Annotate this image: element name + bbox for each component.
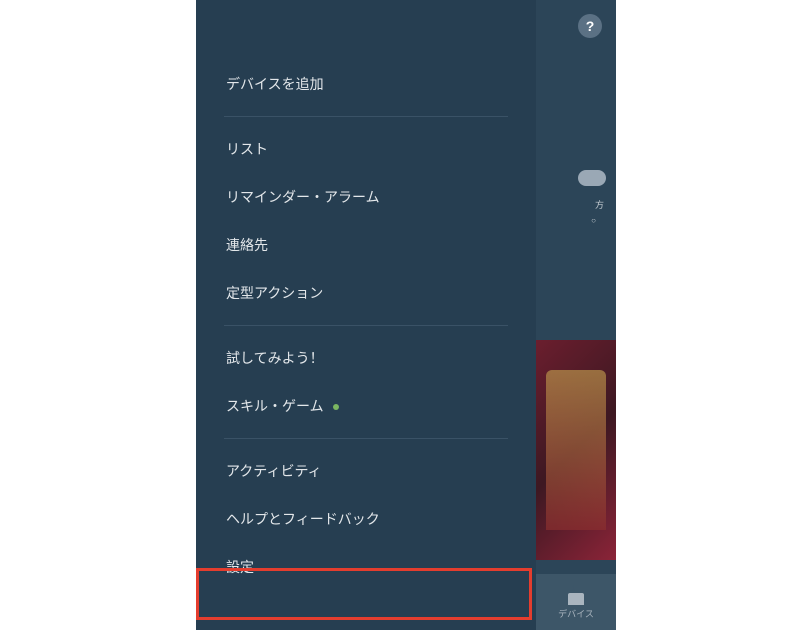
nav-devices-label: デバイス: [558, 607, 594, 620]
content-card-fragment: [536, 340, 616, 560]
menu-item-activity[interactable]: アクティビティ: [196, 447, 536, 495]
menu-item-label: スキル・ゲーム: [226, 398, 324, 414]
menu-item-skills-games[interactable]: スキル・ゲーム: [196, 382, 536, 430]
cloud-icon: [578, 170, 606, 186]
menu-item-contacts[interactable]: 連絡先: [196, 221, 536, 269]
menu-item-lists[interactable]: リスト: [196, 125, 536, 173]
menu-item-label: 連絡先: [226, 237, 268, 253]
menu-group-3: 試してみよう！ スキル・ゲーム: [196, 334, 536, 430]
menu-divider: [224, 116, 508, 117]
background-panel: ? 方 ○ デバイス: [536, 0, 616, 630]
bottom-nav: デバイス: [536, 574, 616, 630]
menu-item-add-device[interactable]: デバイスを追加: [196, 60, 536, 108]
menu-item-label: デバイスを追加: [226, 76, 324, 92]
menu-item-label: ヘルプとフィードバック: [226, 511, 380, 527]
phone-screen: ? 方 ○ デバイス デバイスを追加 リスト リマインダー・アラーム: [196, 0, 616, 630]
weather-text-fragment: 方: [595, 198, 604, 211]
menu-item-help-feedback[interactable]: ヘルプとフィードバック: [196, 495, 536, 543]
menu-group-2: リスト リマインダー・アラーム 連絡先 定型アクション: [196, 125, 536, 317]
menu-item-label: 設定: [226, 559, 254, 575]
menu-group-1: デバイスを追加: [196, 60, 536, 108]
indicator-dots: ○: [591, 216, 596, 225]
help-icon-label: ?: [586, 18, 595, 34]
menu-group-4: アクティビティ ヘルプとフィードバック 設定: [196, 447, 536, 591]
menu-item-routines[interactable]: 定型アクション: [196, 269, 536, 317]
menu-divider: [224, 325, 508, 326]
menu-item-label: リマインダー・アラーム: [226, 189, 380, 205]
devices-icon: [565, 585, 587, 605]
menu-divider: [224, 438, 508, 439]
menu-item-label: 定型アクション: [226, 285, 323, 301]
menu-item-label: リスト: [226, 141, 268, 157]
menu-item-try-it[interactable]: 試してみよう！: [196, 334, 536, 382]
menu-item-label: 試してみよう！: [226, 350, 324, 366]
new-badge-icon: [333, 404, 339, 410]
help-icon[interactable]: ?: [578, 14, 602, 38]
nav-devices[interactable]: デバイス: [558, 585, 594, 620]
menu-item-reminders-alarms[interactable]: リマインダー・アラーム: [196, 173, 536, 221]
menu-item-settings[interactable]: 設定: [196, 543, 536, 591]
navigation-drawer: デバイスを追加 リスト リマインダー・アラーム 連絡先 定型アクション 試してみ…: [196, 0, 536, 630]
menu-item-label: アクティビティ: [226, 463, 322, 479]
